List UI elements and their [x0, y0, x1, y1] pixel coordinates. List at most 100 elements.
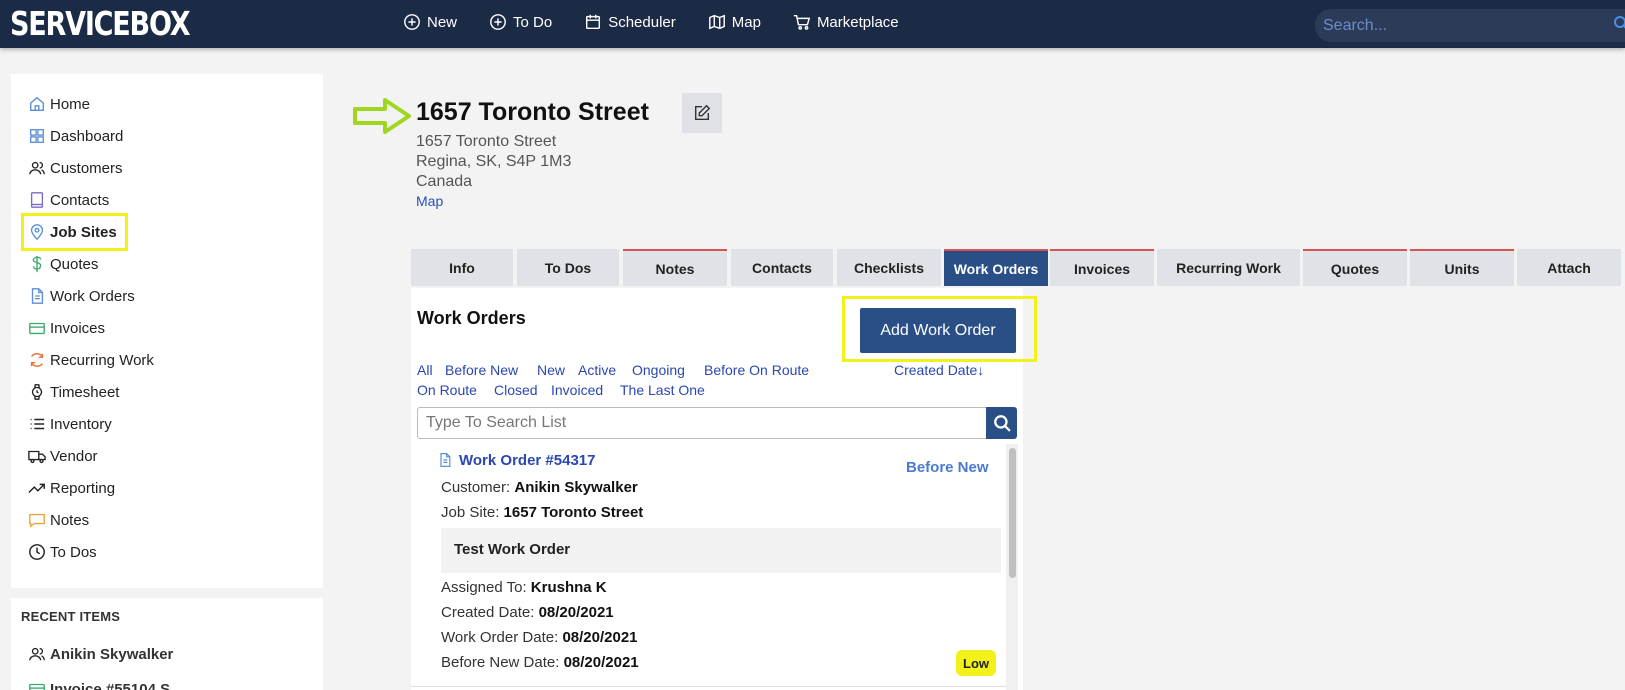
map-link[interactable]: Map [416, 193, 443, 209]
tab-quotes[interactable]: Quotes [1303, 249, 1407, 286]
tab-invoices[interactable]: Invoices [1050, 249, 1154, 286]
recent-item-label: Anikin Skywalker [50, 645, 174, 663]
work-order-description: Test Work Order [454, 541, 571, 558]
sidebar-item-label: Timesheet [50, 383, 120, 401]
marketplace-label: Marketplace [816, 13, 899, 31]
sidebar-item-label: Quotes [50, 255, 99, 273]
filter-on-route[interactable]: On Route [417, 382, 477, 398]
filter-active[interactable]: Active [578, 362, 616, 378]
clock-icon [29, 544, 45, 560]
status-badge: Before New [906, 459, 989, 476]
list-search-button[interactable] [986, 407, 1017, 439]
tab-contacts[interactable]: Contacts [731, 249, 833, 286]
tab-work-orders[interactable]: Work Orders [944, 249, 1048, 286]
filter-closed[interactable]: Closed [494, 382, 538, 398]
watch-icon [31, 384, 43, 400]
top-nav: New To Do Scheduler Map Marketplace [403, 0, 931, 44]
sidebar-item-label: Contacts [50, 191, 110, 209]
map-button[interactable]: Map [708, 13, 761, 31]
tab-attach[interactable]: Attach [1517, 249, 1621, 286]
created-date-field: Created Date: 08/20/2021 [441, 604, 614, 621]
edit-button[interactable] [682, 93, 722, 133]
list-search-input[interactable] [417, 407, 987, 439]
sidebar-item-dashboard[interactable]: Dashboard [28, 124, 123, 148]
tab-recurring-work[interactable]: Recurring Work [1157, 249, 1300, 286]
sidebar-item-vendor[interactable]: Vendor [28, 444, 98, 468]
work-order-link[interactable]: Work Order #54317 [437, 451, 595, 469]
work-order-title: Work Order #54317 [459, 451, 596, 469]
plus-circle-icon [490, 14, 506, 30]
map-label: Map [731, 13, 761, 31]
recent-item-invoice[interactable]: Invoice #55104 S [28, 680, 170, 690]
sidebar-item-home[interactable]: Home [28, 92, 90, 116]
sidebar-item-label: Work Orders [50, 287, 135, 305]
sidebar-item-label: Reporting [50, 479, 116, 497]
location-pin-icon [30, 224, 44, 241]
sidebar-item-job-sites[interactable]: Job Sites [21, 213, 128, 251]
scheduler-label: Scheduler [608, 13, 676, 31]
chat-icon [29, 513, 45, 528]
tab-info[interactable]: Info [411, 249, 513, 286]
sort-created-date[interactable]: Created Date↓ [894, 362, 984, 378]
dollar-icon [32, 255, 42, 273]
sidebar-item-timesheet[interactable]: Timesheet [28, 380, 119, 404]
dashboard-icon [30, 129, 44, 143]
page-title: 1657 Toronto Street [416, 98, 649, 126]
arrow-right-icon [353, 98, 411, 134]
scrollbar-thumb[interactable] [1009, 448, 1016, 578]
sidebar-item-label: Invoices [50, 319, 106, 337]
search-icon[interactable] [1613, 15, 1625, 31]
filter-before-new[interactable]: Before New [445, 362, 518, 378]
sidebar-item-quotes[interactable]: Quotes [28, 252, 98, 276]
todo-label: To Do [513, 13, 553, 31]
sidebar-item-label: To Dos [50, 543, 97, 561]
sidebar-item-label: Home [50, 95, 91, 113]
credit-card-icon [29, 683, 45, 690]
sidebar-item-recurring-work[interactable]: Recurring Work [28, 348, 154, 372]
address-line-3: Canada [416, 173, 473, 190]
filter-new[interactable]: New [537, 362, 565, 378]
before-new-date-value: 08/20/2021 [563, 654, 639, 671]
sidebar-item-notes[interactable]: Notes [28, 508, 89, 532]
logo[interactable]: SERVICEBOX [10, 4, 191, 44]
work-order-date-field: Work Order Date: 08/20/2021 [441, 629, 638, 646]
tab-checklists[interactable]: Checklists [837, 249, 941, 286]
recent-item-customer[interactable]: Anikin Skywalker [28, 645, 173, 663]
assigned-field: Assigned To: Krushna K [441, 579, 607, 596]
scheduler-button[interactable]: Scheduler [584, 13, 676, 31]
global-search-input[interactable] [1315, 9, 1625, 42]
edit-icon [694, 104, 711, 121]
customer-field: Customer: Anikin Skywalker [441, 479, 638, 496]
filter-invoiced[interactable]: Invoiced [551, 382, 603, 398]
tab-units[interactable]: Units [1410, 249, 1514, 286]
filter-ongoing[interactable]: Ongoing [632, 362, 685, 378]
filter-the-last-one[interactable]: The Last One [620, 382, 705, 398]
sidebar-item-label: Notes [50, 511, 90, 529]
sidebar-item-customers[interactable]: Customers [28, 156, 123, 180]
plus-circle-icon [404, 14, 420, 30]
users-icon [29, 647, 45, 661]
trend-up-icon [28, 483, 45, 494]
job-site-field: Job Site: 1657 Toronto Street [441, 504, 643, 521]
add-work-order-button[interactable]: Add Work Order [860, 308, 1016, 353]
recent-items-panel: RECENT ITEMS Anikin Skywalker Invoice #5… [11, 598, 323, 690]
sort-arrow-icon: ↓ [977, 362, 985, 378]
sidebar-item-reporting[interactable]: Reporting [28, 476, 115, 500]
sidebar-item-invoices[interactable]: Invoices [28, 316, 105, 340]
sidebar-item-to-dos[interactable]: To Dos [28, 540, 97, 564]
marketplace-button[interactable]: Marketplace [793, 13, 899, 31]
filter-all[interactable]: All [417, 362, 433, 378]
sidebar-item-inventory[interactable]: Inventory [28, 412, 112, 436]
work-order-date-label: Work Order Date: [441, 629, 559, 646]
new-button[interactable]: New [403, 13, 457, 31]
todo-button[interactable]: To Do [489, 13, 552, 31]
filter-before-on-route[interactable]: Before On Route [704, 362, 809, 378]
sidebar-item-contacts[interactable]: Contacts [28, 188, 109, 212]
divider [411, 686, 1006, 687]
top-navbar: SERVICEBOX New To Do Scheduler Map Marke… [0, 0, 1625, 48]
tab-notes[interactable]: Notes [623, 249, 727, 286]
sidebar-item-work-orders[interactable]: Work Orders [28, 284, 135, 308]
address-line-2: Regina, SK, S4P 1M3 [416, 153, 572, 170]
tab-to-dos[interactable]: To Dos [517, 249, 619, 286]
sidebar-item-label: Inventory [50, 415, 112, 433]
